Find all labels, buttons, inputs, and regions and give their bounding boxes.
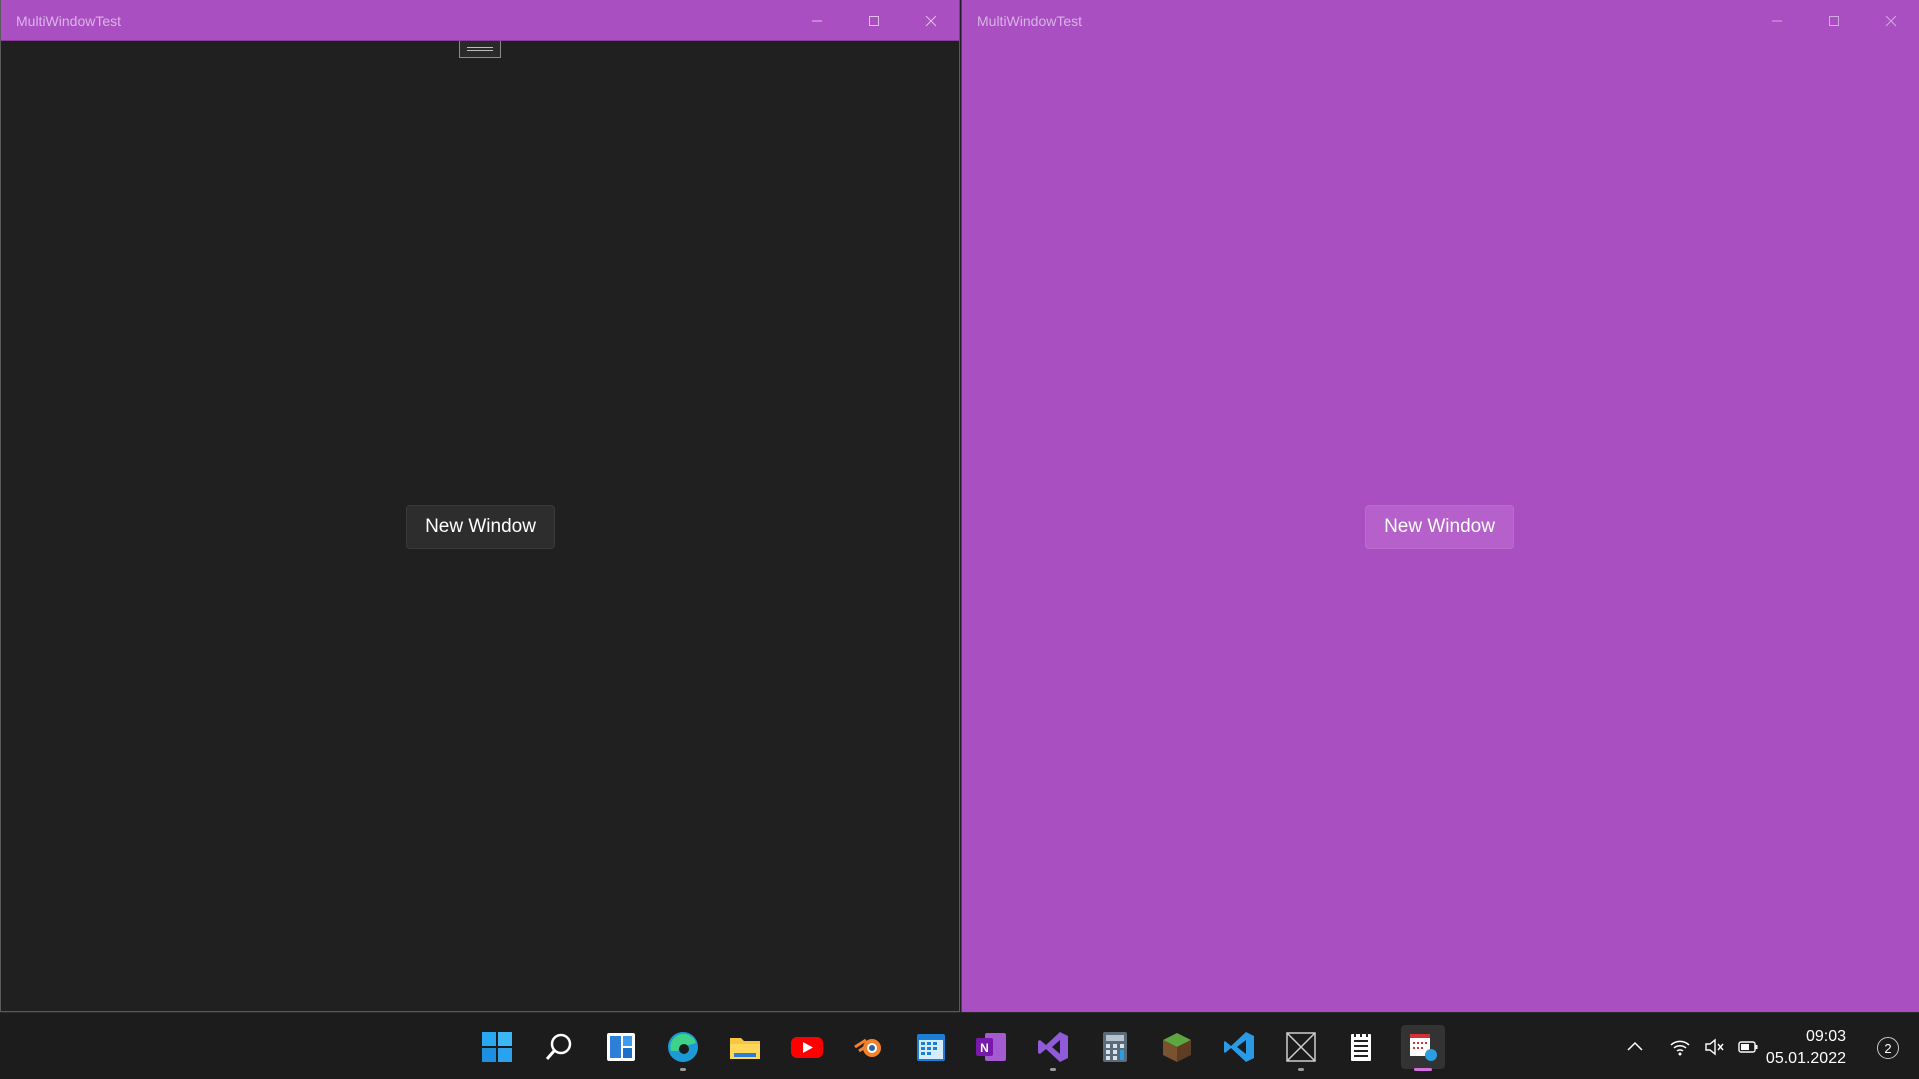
volume-muted-icon xyxy=(1705,1038,1724,1056)
calendar-icon xyxy=(917,1034,945,1061)
onenote-icon: N xyxy=(976,1033,1006,1061)
close-button[interactable] xyxy=(902,0,959,41)
blank-app-icon xyxy=(1286,1032,1316,1062)
multiwindowtest-app-button[interactable] xyxy=(1401,1025,1445,1071)
new-window-button[interactable]: New Window xyxy=(406,505,555,549)
chevron-up-icon xyxy=(1627,1041,1643,1051)
multiwindowtest-app-icon xyxy=(1410,1034,1437,1061)
left-window-titlebar[interactable]: MultiWindowTest xyxy=(1,0,959,41)
file-explorer-icon xyxy=(730,1038,760,1059)
minimize-button[interactable] xyxy=(1748,0,1805,41)
running-indicator xyxy=(1298,1068,1304,1071)
show-hidden-icons-button[interactable] xyxy=(1622,1035,1648,1059)
search-icon xyxy=(545,1033,572,1060)
widgets-icon xyxy=(607,1033,635,1061)
taskbar: N 09:03 05.01.2022 2 xyxy=(0,1012,1919,1079)
notepad-icon xyxy=(1351,1032,1371,1061)
running-indicator xyxy=(680,1068,686,1071)
clock-time: 09:03 xyxy=(1805,1028,1846,1045)
right-window-titlebar[interactable]: MultiWindowTest xyxy=(962,0,1919,41)
minecraft-icon xyxy=(1163,1033,1191,1062)
maximize-icon xyxy=(1828,15,1839,26)
running-indicator xyxy=(1414,1068,1432,1071)
new-window-button[interactable]: New Window xyxy=(1365,505,1514,549)
close-button[interactable] xyxy=(1862,0,1919,41)
wifi-icon xyxy=(1670,1040,1690,1056)
close-icon xyxy=(1885,15,1896,26)
widgets-button[interactable] xyxy=(599,1025,643,1069)
file-explorer-button[interactable] xyxy=(723,1025,767,1069)
visual-studio-icon xyxy=(1038,1032,1068,1062)
start-button[interactable] xyxy=(475,1025,519,1069)
calculator-icon xyxy=(1103,1032,1127,1062)
notepad-button[interactable] xyxy=(1339,1025,1383,1069)
left-window: MultiWindowTest New Window xyxy=(0,0,960,1012)
minimize-icon xyxy=(811,20,822,21)
minecraft-button[interactable] xyxy=(1155,1025,1199,1069)
battery-button[interactable] xyxy=(1735,1035,1761,1059)
calendar-button[interactable] xyxy=(909,1025,953,1069)
window-title: MultiWindowTest xyxy=(16,13,122,29)
calculator-button[interactable] xyxy=(1093,1025,1137,1069)
svg-text:N: N xyxy=(980,1041,989,1055)
network-button[interactable] xyxy=(1667,1035,1693,1059)
drag-handle[interactable] xyxy=(459,41,501,58)
maximize-icon xyxy=(868,15,879,26)
running-indicator xyxy=(1050,1068,1056,1071)
minimize-icon xyxy=(1771,20,1782,21)
edge-icon xyxy=(668,1032,698,1062)
window-title: MultiWindowTest xyxy=(977,13,1083,29)
blank-app-button[interactable] xyxy=(1279,1025,1323,1071)
notification-badge[interactable]: 2 xyxy=(1877,1037,1899,1059)
vscode-button[interactable] xyxy=(1217,1025,1261,1069)
volume-button[interactable] xyxy=(1701,1035,1727,1059)
maximize-button[interactable] xyxy=(1805,0,1862,41)
right-window: MultiWindowTest New Window xyxy=(961,0,1919,1012)
youtube-icon xyxy=(791,1037,823,1058)
vscode-icon xyxy=(1224,1032,1254,1062)
maximize-button[interactable] xyxy=(845,0,902,41)
start-icon xyxy=(482,1032,512,1062)
minimize-button[interactable] xyxy=(788,0,845,41)
battery-icon xyxy=(1738,1041,1758,1053)
blender-button[interactable] xyxy=(847,1025,891,1069)
edge-button[interactable] xyxy=(661,1025,705,1071)
clock[interactable]: 09:03 05.01.2022 xyxy=(1766,1026,1846,1070)
drag-handle-icon xyxy=(467,47,493,51)
youtube-button[interactable] xyxy=(785,1025,829,1069)
clock-date: 05.01.2022 xyxy=(1765,1050,1846,1067)
search-button[interactable] xyxy=(537,1025,581,1069)
visual-studio-button[interactable] xyxy=(1031,1025,1075,1071)
onenote-button[interactable]: N xyxy=(969,1025,1013,1069)
close-icon xyxy=(925,15,936,26)
blender-icon xyxy=(854,1038,881,1057)
